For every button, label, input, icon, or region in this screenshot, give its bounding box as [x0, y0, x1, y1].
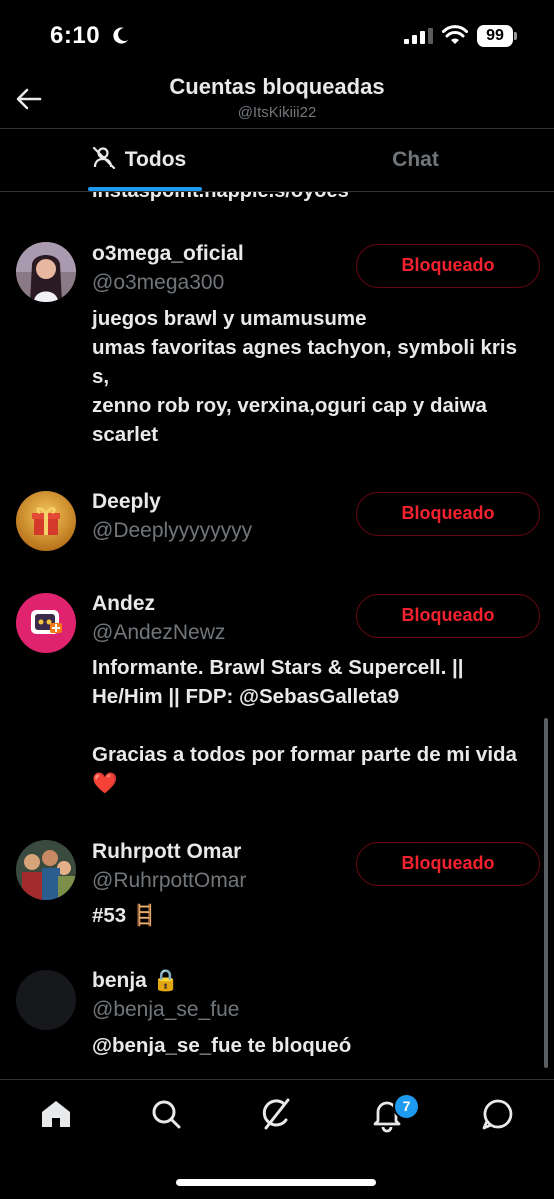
notifications-badge: 7 — [393, 1093, 420, 1120]
account-handle: @benja_se_fue — [92, 998, 240, 1021]
header: Cuentas bloqueadas @ItsKikiii22 — [0, 70, 554, 128]
account-bio: @benja_se_fue te bloqueó — [92, 1034, 352, 1057]
blocked-button[interactable]: Bloqueado — [356, 244, 540, 288]
account-handle: @AndezNewz — [92, 621, 226, 644]
avatar[interactable] — [16, 491, 76, 551]
battery-indicator: 99 — [477, 25, 513, 47]
account-bio: Informante. Brawl Stars & Supercell. || … — [92, 656, 517, 795]
account-name[interactable]: Andez — [92, 592, 155, 616]
moon-icon — [113, 27, 128, 44]
tab-todos[interactable]: Todos — [0, 129, 277, 191]
messages-icon[interactable] — [478, 1094, 518, 1134]
account-bio: juegos brawl y umamusume umas favoritas … — [92, 307, 517, 446]
account-name[interactable]: Ruhrpott Omar — [92, 840, 241, 864]
page-subtitle: @ItsKikiii22 — [237, 104, 317, 121]
page-title: Cuentas bloqueadas — [169, 74, 385, 99]
tab-bar: Todos Chat — [0, 129, 554, 191]
avatar[interactable] — [16, 840, 76, 900]
avatar[interactable] — [16, 242, 76, 302]
account-name[interactable]: o3mega_oficial — [92, 242, 244, 266]
blocked-button[interactable]: Bloqueado — [356, 842, 540, 886]
scrollbar[interactable] — [544, 718, 548, 1068]
status-time: 6:10 — [50, 22, 101, 49]
account-name[interactable]: benja 🔒 — [92, 969, 179, 993]
muted-user-icon — [92, 147, 115, 170]
tab-todos-label: Todos — [124, 148, 187, 171]
battery-tip — [514, 32, 517, 40]
blocked-button[interactable]: Bloqueado — [356, 492, 540, 536]
cellular-signal-icon — [404, 28, 433, 44]
clipped-bio-text: instaspoint.happie.s/oyoes — [92, 192, 349, 206]
account-handle: @RuhrpottOmar — [92, 869, 247, 892]
avatar[interactable] — [16, 970, 76, 1030]
status-bar: 6:10 99 — [0, 0, 554, 70]
tab-chat-label: Chat — [392, 148, 439, 171]
clipped-bio-content: instaspoint.happie.s/oyoes — [92, 192, 349, 202]
account-bio: #53 🪜 — [92, 904, 158, 927]
grok-icon[interactable] — [256, 1094, 296, 1134]
account-handle: @o3mega300 — [92, 271, 225, 294]
wifi-icon — [442, 25, 468, 44]
blocked-button[interactable]: Bloqueado — [356, 594, 540, 638]
account-handle: @Deeplyyyyyyyy — [92, 519, 253, 542]
search-icon[interactable] — [146, 1094, 186, 1134]
tab-chat[interactable]: Chat — [277, 129, 554, 191]
home-indicator[interactable] — [176, 1179, 376, 1186]
avatar[interactable] — [16, 593, 76, 653]
account-name[interactable]: Deeply — [92, 490, 161, 514]
home-icon[interactable] — [36, 1094, 76, 1134]
